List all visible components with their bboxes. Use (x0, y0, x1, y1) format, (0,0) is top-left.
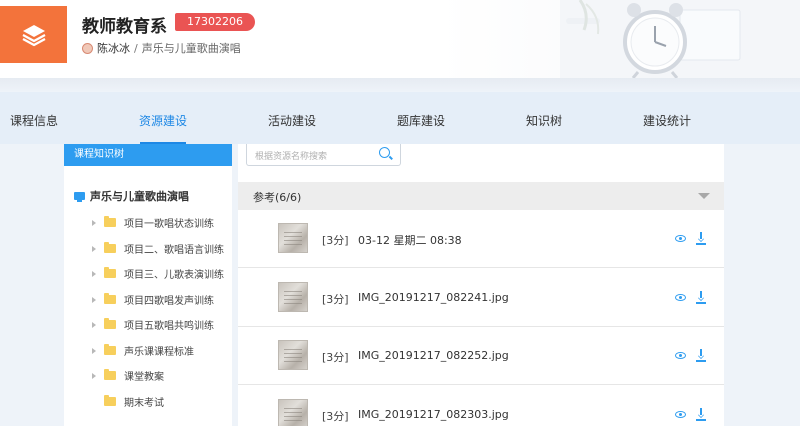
tree-root[interactable]: 声乐与儿童歌曲演唱 (74, 188, 189, 204)
folder-icon (104, 318, 116, 329)
tree-item-label: 项目二、歌唱语言训练 (124, 245, 224, 256)
folder-icon (104, 216, 116, 227)
tree-item[interactable]: 课堂教案 (92, 368, 164, 383)
tree-item[interactable]: 期末考试 (92, 394, 164, 409)
breadcrumb: 陈冰冰 / 声乐与儿童歌曲演唱 (82, 40, 241, 56)
search-input[interactable] (255, 147, 375, 167)
tree-item[interactable]: 项目四歌唱发声训练 (92, 292, 214, 307)
file-row[interactable]: [3分] IMG_20191217_082241.jpg (238, 269, 724, 327)
folder-icon (104, 267, 116, 278)
tree-header: 课程知识树 (64, 144, 232, 166)
tree-item-label: 项目五歌唱共鸣训练 (124, 321, 214, 332)
eye-icon[interactable] (675, 411, 686, 418)
folder-icon (104, 242, 116, 253)
eye-icon[interactable] (675, 235, 686, 242)
folder-icon (104, 344, 116, 355)
course-id-badge: 17302206 (175, 13, 255, 31)
tree-item-label: 项目一歌唱状态训练 (124, 219, 214, 230)
section-header[interactable]: 参考(6/6) (238, 182, 724, 210)
tree-item[interactable]: 声乐课课程标准 (92, 343, 194, 358)
tree-item-label: 课堂教案 (124, 372, 164, 383)
folder-icon (104, 395, 116, 406)
main-nav: 课程信息 资源建设 活动建设 题库建设 知识树 建设统计 (0, 92, 800, 144)
tab-knowledge-tree[interactable]: 知识树 (526, 112, 562, 129)
header-divider (0, 78, 800, 92)
file-thumbnail[interactable] (278, 340, 308, 370)
tree-item-label: 期末考试 (124, 398, 164, 409)
folder-icon (104, 369, 116, 380)
tab-statistics[interactable]: 建设统计 (643, 112, 691, 129)
tree-item-label: 声乐课课程标准 (124, 347, 194, 358)
tree-root-label: 声乐与儿童歌曲演唱 (90, 190, 189, 203)
file-score: [3分] (322, 351, 349, 364)
file-thumbnail[interactable] (278, 399, 308, 426)
breadcrumb-separator: / (134, 41, 138, 55)
expand-arrow-icon[interactable] (92, 245, 96, 252)
folder-icon (104, 293, 116, 304)
file-score: [3分] (322, 410, 349, 423)
tree-item[interactable]: 项目三、儿歌表演训练 (92, 266, 224, 281)
breadcrumb-course[interactable]: 声乐与儿童歌曲演唱 (142, 40, 241, 56)
file-row[interactable]: [3分] 03-12 星期二 08:38 (238, 210, 724, 268)
knowledge-tree-panel: 课程知识树 声乐与儿童歌曲演唱 项目一歌唱状态训练 项目二、歌唱语言训练 项目三… (64, 144, 232, 426)
tree-item[interactable]: 项目五歌唱共鸣训练 (92, 317, 214, 332)
tree-item[interactable]: 项目二、歌唱语言训练 (92, 241, 224, 256)
app-logo[interactable] (0, 6, 67, 63)
avatar (82, 42, 93, 54)
section-title: 参考(6/6) (253, 191, 302, 204)
collapse-caret-icon[interactable] (698, 193, 710, 199)
eye-icon[interactable] (675, 352, 686, 359)
file-row[interactable]: [3分] IMG_20191217_082252.jpg (238, 327, 724, 385)
tab-resource-building[interactable]: 资源建设 (139, 112, 187, 129)
expand-arrow-icon[interactable] (92, 219, 96, 226)
download-icon[interactable] (696, 349, 706, 362)
no-expand-spacer (92, 399, 96, 405)
tree-item-label: 项目四歌唱发声训练 (124, 296, 214, 307)
expand-arrow-icon[interactable] (92, 372, 96, 379)
breadcrumb-user[interactable]: 陈冰冰 (97, 40, 130, 56)
expand-arrow-icon[interactable] (92, 296, 96, 303)
resource-list-panel: 参考(6/6) [3分] 03-12 星期二 08:38 [3分] IMG_20… (238, 144, 724, 426)
file-name[interactable]: 03-12 星期二 08:38 (358, 232, 462, 248)
expand-arrow-icon[interactable] (92, 321, 96, 328)
search-box (246, 144, 401, 167)
file-thumbnail[interactable] (278, 282, 308, 312)
tab-question-bank[interactable]: 题库建设 (397, 112, 445, 129)
file-score: [3分] (322, 234, 349, 247)
tree-item[interactable]: 项目一歌唱状态训练 (92, 215, 214, 230)
expand-arrow-icon[interactable] (92, 270, 96, 277)
eye-icon[interactable] (675, 294, 686, 301)
department-title: 教师教育系 (82, 17, 167, 37)
search-icon[interactable] (379, 147, 390, 158)
tree-item-label: 项目三、儿歌表演训练 (124, 270, 224, 281)
tab-course-info[interactable]: 课程信息 (10, 112, 58, 129)
file-row[interactable]: [3分] IMG_20191217_082303.jpg (238, 386, 724, 426)
file-thumbnail[interactable] (278, 223, 308, 253)
app-header: 教师教育系 17302206 陈冰冰 / 声乐与儿童歌曲演唱 (0, 0, 800, 78)
file-name[interactable]: IMG_20191217_082241.jpg (358, 291, 509, 304)
file-name[interactable]: IMG_20191217_082303.jpg (358, 408, 509, 421)
tab-activity-building[interactable]: 活动建设 (268, 112, 316, 129)
file-score: [3分] (322, 293, 349, 306)
file-name[interactable]: IMG_20191217_082252.jpg (358, 349, 509, 362)
download-icon[interactable] (696, 232, 706, 245)
expand-arrow-icon[interactable] (92, 347, 96, 354)
monitor-icon (74, 192, 85, 202)
download-icon[interactable] (696, 291, 706, 304)
alarm-clock-illustration (560, 0, 800, 78)
download-icon[interactable] (696, 408, 706, 421)
layers-icon (21, 24, 46, 46)
